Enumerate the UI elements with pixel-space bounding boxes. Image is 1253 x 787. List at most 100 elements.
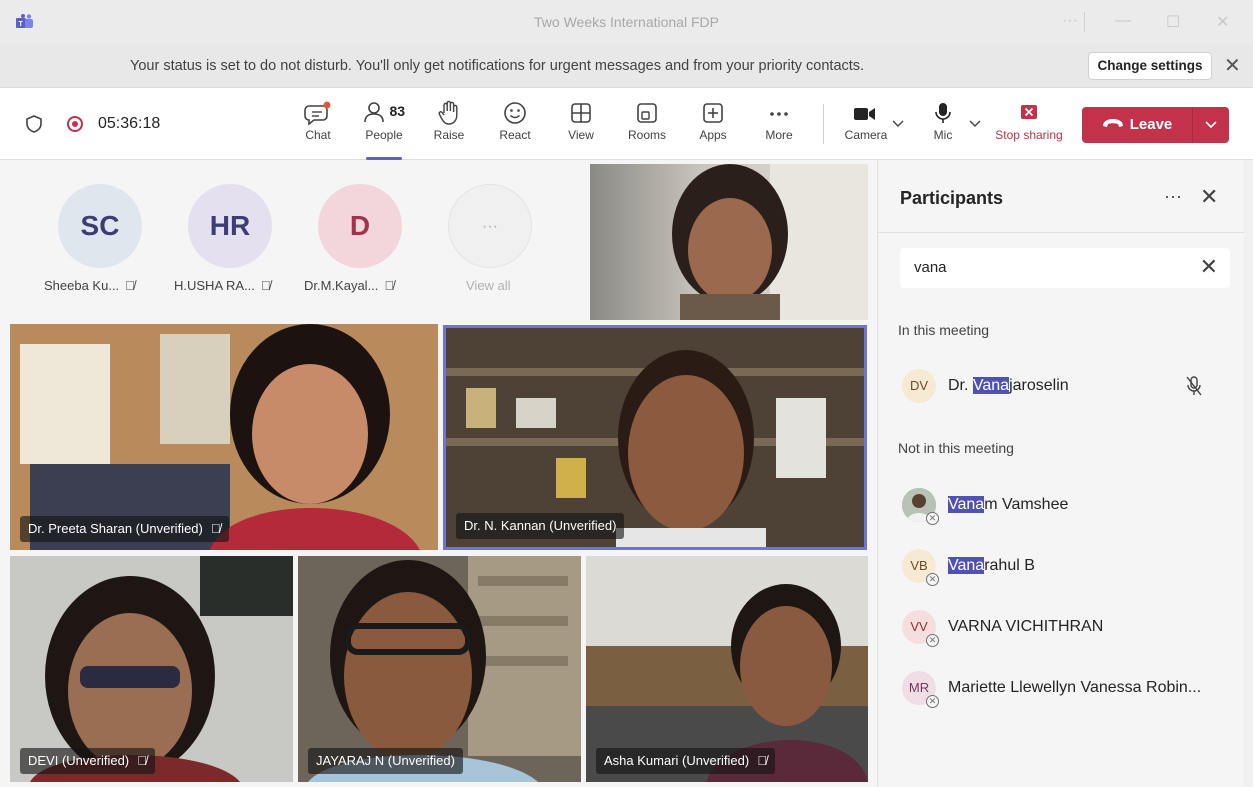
minimize-button[interactable]: — [1115,12,1131,30]
more-button[interactable]: More [749,100,809,152]
avatar-sheeba[interactable]: SC [58,184,142,268]
leave-label: Leave [1129,116,1173,133]
camera-options-chevron-icon[interactable] [892,120,904,128]
camera-label: Camera [844,128,888,142]
participant-row[interactable]: MR ✕ Mariette Llewellyn Vanessa Robin... [898,669,1228,709]
avatar-name: H.USHA RA... [174,278,255,293]
react-button[interactable]: React [485,100,545,152]
stop-sharing-button[interactable]: Stop sharing [990,100,1068,152]
leave-main-button[interactable]: Leave [1082,107,1192,143]
video-tile-jayaraj[interactable]: JAYARAJ N (Unverified) [298,556,581,782]
react-label: React [499,128,531,142]
clear-search-button[interactable]: ✕ [1200,254,1218,280]
rooms-button[interactable]: Rooms [617,100,677,152]
stop-sharing-label: Stop sharing [995,128,1063,142]
leave-options-button[interactable] [1193,107,1229,143]
window-divider [1084,12,1085,32]
window-more-button[interactable]: ··· [1062,12,1078,30]
panel-more-button[interactable]: ··· [1164,186,1182,207]
grid-view-icon [571,103,591,123]
people-icon [364,102,384,123]
raise-hand-button[interactable]: Raise [419,100,479,152]
participant-row-name: Mariette Llewellyn Vanessa Robin... [948,679,1201,697]
avatar-husha[interactable]: HR [188,184,272,268]
audio-participants-row: SC Sheeba Ku... 🎙̸ HR H.USHA RA... 🎙̸ D Dr… [0,160,590,324]
offline-badge-icon: ✕ [926,695,939,708]
video-tile-devi[interactable]: DEVI (Unverified) 🎙̸ [10,556,293,782]
panel-divider [878,232,1253,233]
avatar-name: Sheeba Ku... [44,278,120,293]
search-match: Vana [948,557,985,574]
stop-sharing-icon [1021,105,1037,119]
microphone-icon [935,103,951,123]
panel-close-button[interactable]: ✕ [1200,184,1218,210]
participant-row[interactable]: ✕ Vanam Vamshee [898,486,1228,526]
avatar-initials: VV [910,619,928,634]
panel-scrollbar[interactable] [1244,160,1253,787]
leave-button[interactable]: Leave [1082,107,1229,143]
people-button[interactable]: 83 People [354,100,414,160]
people-count: 83 [389,103,406,120]
avatar-initials: VB [910,558,928,573]
mic-button[interactable]: Mic [913,100,973,152]
avatar-label-husha: H.USHA RA... 🎙̸ [174,278,271,293]
avatar-kayal[interactable]: D [318,184,402,268]
video-tile-preeta[interactable]: Dr. Preeta Sharan (Unverified) 🎙̸ [10,324,438,550]
view-button[interactable]: View [551,100,611,152]
chat-icon [304,101,331,126]
view-all-avatars-button[interactable]: ··· [448,184,532,268]
recording-icon [67,116,83,132]
maximize-button[interactable]: ☐ [1166,12,1180,32]
name-text: Mariette Llewellyn Vanessa Robin... [948,679,1202,696]
apps-plus-icon [703,103,723,123]
chat-button[interactable]: Chat [288,100,348,152]
video-tile-top[interactable] [590,164,868,320]
toolbar-divider [823,104,824,144]
camera-button[interactable]: Camera [836,100,896,152]
participant-row[interactable]: VB ✕ Vanarahul B [898,547,1228,587]
mic-options-chevron-icon[interactable] [969,120,981,128]
raise-label: Raise [433,128,465,142]
view-label: View [568,128,594,142]
participant-search-input[interactable]: vana ✕ [900,248,1230,288]
meeting-toolbar: 05:36:18 Chat 83 People Raise React View… [0,88,1253,160]
shield-icon[interactable] [26,115,42,133]
avatar-name: Dr.M.Kayal... [304,278,379,293]
participant-row[interactable]: DV Dr. Vanajaroselin [898,367,1228,407]
search-match: Vana [948,496,985,513]
view-all-label[interactable]: View all [466,278,511,293]
name-prefix: Dr. [948,377,973,394]
banner-close-button[interactable]: ✕ [1224,53,1241,78]
video-tile-asha[interactable]: Asha Kumari (Unverified) 🎙̸ [586,556,868,782]
participant-avatar: MR ✕ [902,671,939,708]
mic-muted-icon: 🎙̸ [757,753,767,768]
camera-icon [854,108,875,120]
smiley-icon [504,102,526,124]
offline-badge-icon: ✕ [926,634,939,647]
participant-row[interactable]: VV ✕ VARNA VICHITHRAN [898,608,1228,648]
participant-name-tag: Asha Kumari (Unverified) 🎙̸ [596,748,775,774]
chat-label: Chat [305,128,331,142]
mic-muted-icon: 🎙̸ [260,278,271,293]
apps-label: Apps [699,128,727,142]
participant-avatar: VB ✕ [902,549,939,586]
window-close-button[interactable]: ✕ [1216,12,1229,32]
search-match: Vana [972,377,1010,394]
participant-name: Dr. Preeta Sharan (Unverified) [28,521,203,536]
change-settings-button[interactable]: Change settings [1088,52,1212,80]
apps-button[interactable]: Apps [683,100,743,152]
dnd-message: Your status is set to do not disturb. Yo… [130,58,865,74]
name-suffix: rahul B [984,557,1035,574]
participant-photo-avatar: ✕ [902,488,939,525]
chevron-down-icon [1205,121,1217,129]
avatar-label-sheeba: Sheeba Ku... 🎙̸ [44,278,135,293]
people-icon-wrap: 83 [354,100,414,126]
offline-badge-icon: ✕ [926,573,939,586]
avatar-initials: MR [908,680,930,695]
mic-muted-icon [1186,376,1202,396]
more-dots-icon [770,112,788,116]
title-bar: T Two Weeks International FDP ··· — ☐ ✕ [0,0,1253,44]
video-tile-kannan[interactable]: Dr. N. Kannan (Unverified) [443,325,867,550]
participant-name-tag: JAYARAJ N (Unverified) [308,748,463,774]
hand-icon [438,100,458,125]
